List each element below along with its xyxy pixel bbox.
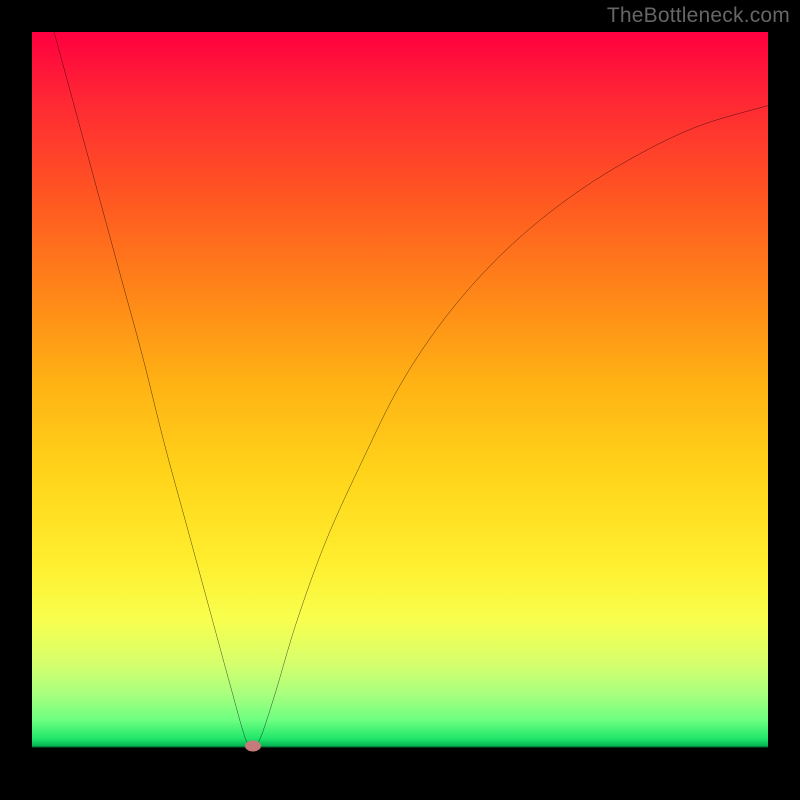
optimal-point-marker — [245, 740, 261, 751]
watermark-text: TheBottleneck.com — [607, 4, 790, 28]
chart-stage: TheBottleneck.com — [0, 0, 800, 800]
bottleneck-curve — [54, 32, 768, 746]
plot-area — [32, 32, 768, 768]
curve-layer — [32, 32, 768, 768]
